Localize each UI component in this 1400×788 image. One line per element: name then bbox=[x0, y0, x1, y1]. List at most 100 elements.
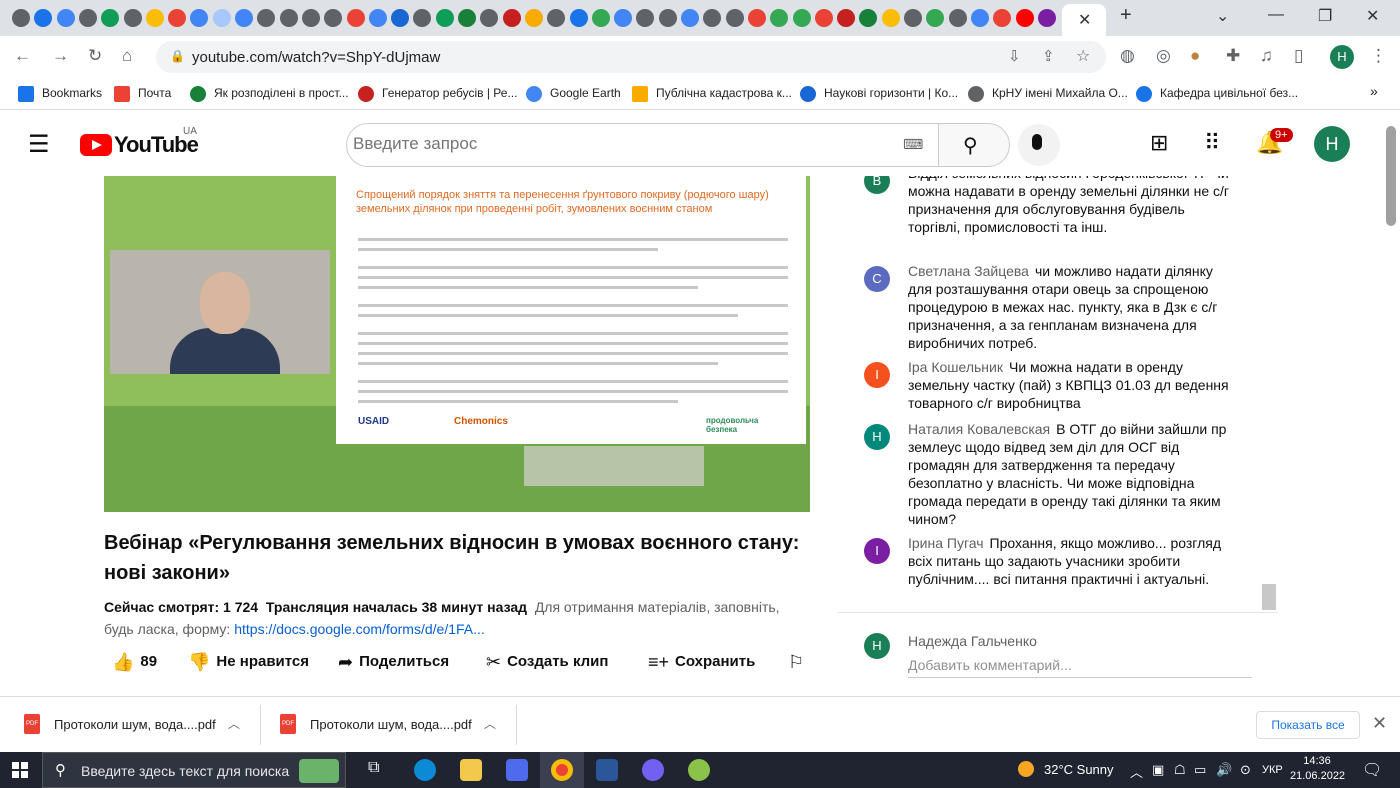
tab-favicon-icon[interactable] bbox=[435, 9, 454, 27]
tab-favicon-icon[interactable] bbox=[1015, 9, 1034, 27]
tab-favicon-icon[interactable] bbox=[703, 9, 722, 27]
bookmark-item[interactable]: Кафедра цивільної без... bbox=[1136, 86, 1298, 102]
edge-icon[interactable] bbox=[414, 759, 436, 781]
tab-favicon-icon[interactable] bbox=[770, 9, 789, 27]
tab-favicon-icon[interactable] bbox=[123, 9, 142, 27]
taskbar-clock[interactable]: 14:36 21.06.2022 bbox=[1290, 754, 1345, 784]
like-button[interactable]: 👍 89 bbox=[112, 652, 157, 673]
tab-favicon-icon[interactable] bbox=[658, 9, 677, 27]
tab-favicon-icon[interactable] bbox=[524, 9, 543, 27]
tab-favicon-icon[interactable] bbox=[814, 9, 833, 27]
youtube-logo-icon[interactable] bbox=[80, 134, 112, 156]
create-video-icon[interactable]: ⊞ bbox=[1150, 130, 1168, 156]
windows-start-icon[interactable] bbox=[12, 762, 28, 778]
show-all-button[interactable]: Показать все bbox=[1256, 711, 1360, 739]
network-icon[interactable]: ☖ bbox=[1174, 762, 1186, 778]
show-hidden-icons-icon[interactable]: ︿ bbox=[1130, 762, 1143, 781]
bookmark-item[interactable]: Як розподілені в прост... bbox=[190, 86, 349, 102]
cookie-icon[interactable]: ● bbox=[1190, 46, 1200, 66]
page-scrollbar[interactable] bbox=[1386, 126, 1396, 226]
bookmark-item[interactable]: Генератор ребусів | Ре... bbox=[358, 86, 517, 102]
tab-favicon-icon[interactable] bbox=[168, 9, 187, 27]
word-icon[interactable] bbox=[596, 759, 618, 781]
download-item[interactable]: PDF Протоколи шум, вода....pdf ︿ bbox=[280, 697, 516, 753]
tab-favicon-icon[interactable] bbox=[681, 9, 699, 27]
tab-favicon-icon[interactable] bbox=[502, 9, 521, 27]
profile-avatar[interactable]: H bbox=[1330, 45, 1354, 69]
tab-favicon-icon[interactable] bbox=[324, 9, 343, 27]
video-player[interactable]: Спрощений порядок зняття та перенесення … bbox=[104, 176, 810, 512]
chat-avatar[interactable]: В bbox=[864, 176, 890, 194]
address-bar[interactable]: 🔒 youtube.com/watch?v=ShpY-dUjmaw ⇩ ⇪ ☆ bbox=[156, 41, 1106, 73]
tab-favicon-icon[interactable] bbox=[301, 9, 320, 27]
media-icon[interactable]: ♫ bbox=[1260, 46, 1273, 66]
tab-favicon-icon[interactable] bbox=[747, 9, 766, 27]
tab-favicon-icon[interactable] bbox=[926, 9, 945, 27]
more-bookmarks-icon[interactable]: » bbox=[1370, 83, 1378, 99]
tab-favicon-icon[interactable] bbox=[346, 9, 365, 27]
chevron-up-icon[interactable]: ︿ bbox=[228, 715, 240, 732]
tab-favicon-icon[interactable] bbox=[948, 9, 967, 27]
tab-favicon-icon[interactable] bbox=[859, 9, 878, 27]
task-view-icon[interactable]: ⧉ bbox=[368, 759, 390, 781]
back-icon[interactable]: ← bbox=[14, 46, 31, 66]
puzzle-icon[interactable]: ✚ bbox=[1226, 46, 1240, 66]
bookmark-item[interactable]: Почта bbox=[114, 86, 171, 102]
volume-icon[interactable]: 🔊 bbox=[1216, 762, 1232, 778]
chat-author[interactable]: Светлана Зайцева bbox=[908, 263, 1029, 279]
description-link[interactable]: https://docs.google.com/forms/d/e/1FA... bbox=[234, 621, 485, 637]
tab-favicon-icon[interactable] bbox=[837, 9, 856, 27]
tab-favicon-icon[interactable] bbox=[235, 9, 253, 27]
report-button[interactable]: ⚐ bbox=[788, 652, 810, 673]
sidepanel-icon[interactable]: ▯ bbox=[1294, 46, 1303, 66]
teams-icon[interactable] bbox=[506, 759, 528, 781]
tab-favicon-icon[interactable] bbox=[636, 9, 655, 27]
chat-author[interactable]: Ірина Пугач bbox=[908, 535, 984, 551]
paint-icon[interactable] bbox=[688, 759, 710, 781]
voice-search-button[interactable] bbox=[1018, 124, 1060, 166]
tab-favicon-icon[interactable] bbox=[212, 9, 231, 27]
dislike-button[interactable]: 👎 Не нравится bbox=[188, 652, 309, 673]
weather-sun-icon[interactable] bbox=[1018, 761, 1034, 777]
tab-favicon-icon[interactable] bbox=[904, 9, 922, 27]
weather-text[interactable]: 32°C Sunny bbox=[1044, 762, 1114, 777]
chat-avatar[interactable]: С bbox=[864, 266, 890, 292]
tab-favicon-icon[interactable] bbox=[569, 9, 588, 27]
minimize-icon[interactable]: — bbox=[1268, 6, 1284, 24]
tab-favicon-icon[interactable] bbox=[480, 9, 499, 27]
chat-author[interactable]: Наталия Ковалевская bbox=[908, 421, 1050, 437]
close-tab-icon[interactable]: ✕ bbox=[1078, 10, 1091, 30]
forward-icon[interactable]: → bbox=[52, 46, 69, 66]
apps-grid-icon[interactable]: ⠿ bbox=[1204, 130, 1220, 156]
file-explorer-icon[interactable] bbox=[460, 759, 482, 781]
search-box[interactable]: ⌨ bbox=[346, 123, 939, 167]
bookmark-item[interactable]: Bookmarks bbox=[18, 86, 102, 102]
hamburger-menu-icon[interactable]: ☰ bbox=[28, 130, 50, 159]
tab-favicon-icon[interactable] bbox=[101, 9, 120, 27]
tab-favicon-icon[interactable] bbox=[458, 9, 476, 27]
search-input[interactable] bbox=[353, 134, 893, 154]
tab-favicon-icon[interactable] bbox=[614, 9, 633, 27]
save-button[interactable]: ≡+ Сохранить bbox=[648, 652, 755, 673]
tab-favicon-icon[interactable] bbox=[279, 9, 298, 27]
network-wired-icon[interactable]: ▭ bbox=[1194, 762, 1206, 778]
tab-favicon-icon[interactable] bbox=[145, 9, 164, 27]
menu-icon[interactable]: ⋮ bbox=[1370, 46, 1387, 66]
language-indicator[interactable]: УКР bbox=[1262, 764, 1283, 776]
tab-favicon-icon[interactable] bbox=[413, 9, 432, 27]
download-item[interactable]: PDF Протоколи шум, вода....pdf ︿ bbox=[24, 697, 260, 753]
tab-favicon-icon[interactable] bbox=[34, 9, 53, 27]
tab-favicon-icon[interactable] bbox=[881, 9, 900, 27]
share-button[interactable]: ➦ Поделиться bbox=[338, 652, 449, 673]
bookmark-item[interactable]: Наукові горизонти | Ко... bbox=[800, 86, 958, 102]
tab-favicon-icon[interactable] bbox=[792, 9, 811, 27]
extension-icon-1[interactable]: ◎ bbox=[1156, 46, 1171, 66]
globe-icon[interactable]: ◍ bbox=[1120, 46, 1135, 66]
search-button[interactable]: ⚲ bbox=[938, 123, 1010, 167]
chevron-up-icon[interactable]: ︿ bbox=[484, 715, 496, 732]
share-icon[interactable]: ⇪ bbox=[1042, 47, 1055, 65]
tab-favicon-icon[interactable] bbox=[725, 9, 744, 27]
bookmark-item[interactable]: Публічна кадастрова к... bbox=[632, 86, 792, 102]
chrome-icon[interactable] bbox=[551, 759, 573, 781]
chat-avatar[interactable]: І bbox=[864, 538, 890, 564]
